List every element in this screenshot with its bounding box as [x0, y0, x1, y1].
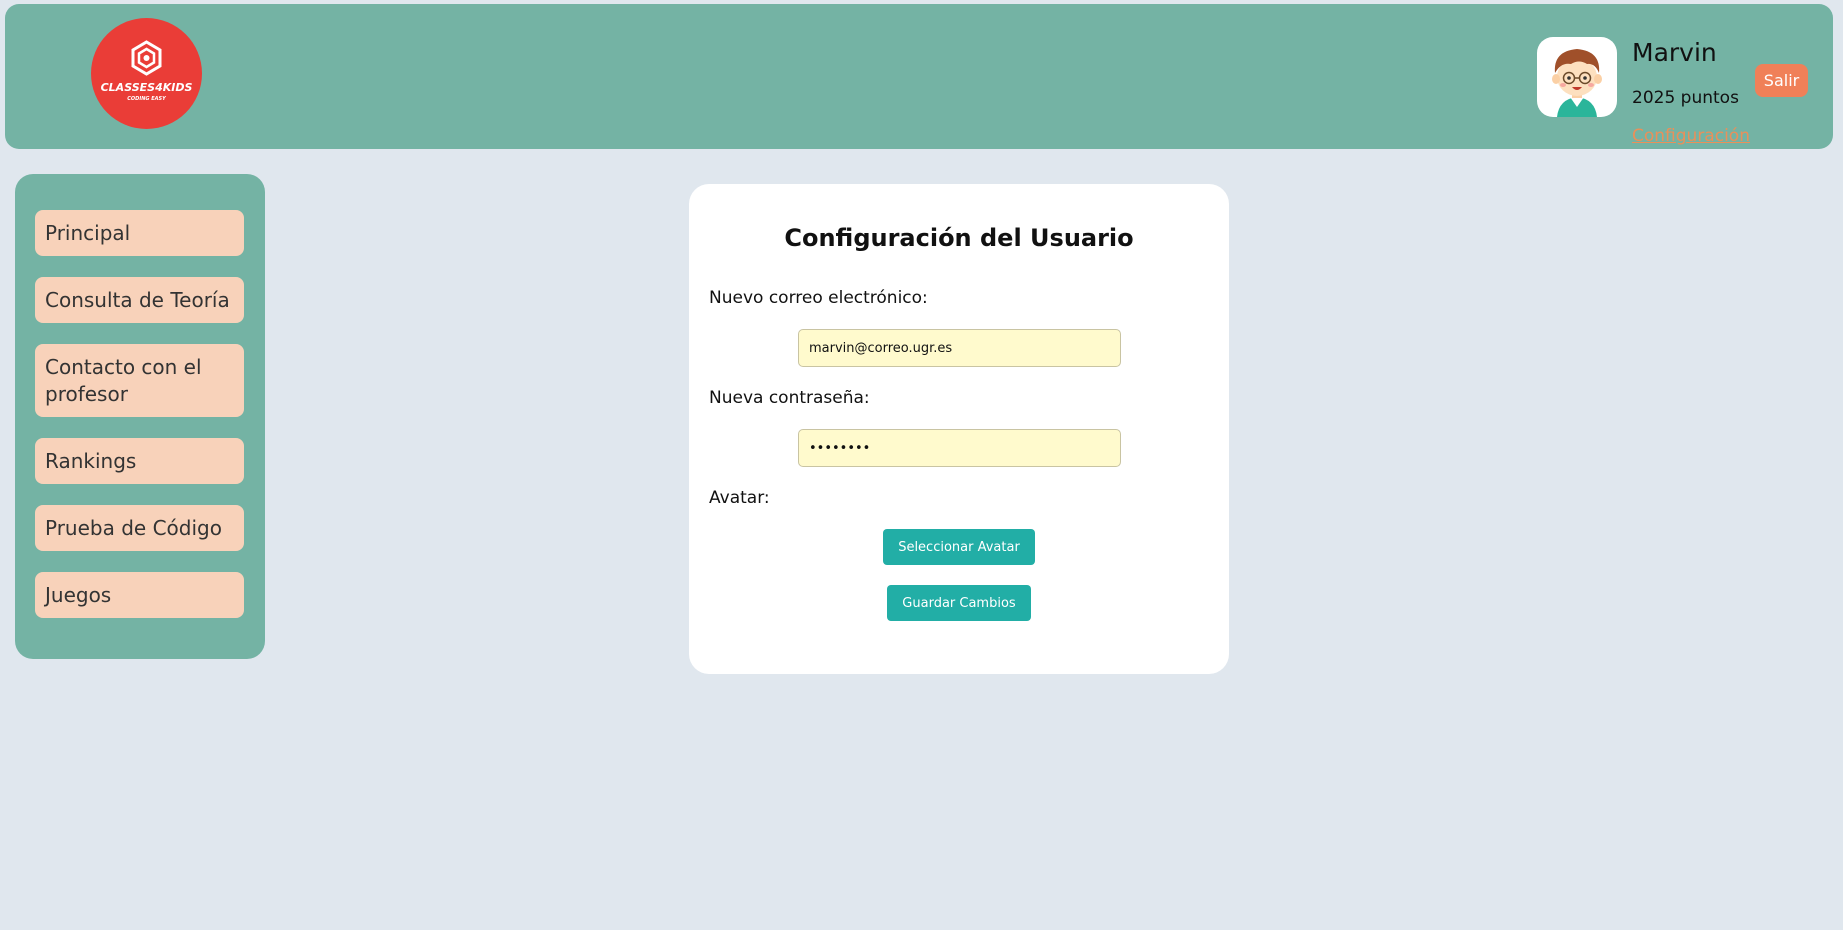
sidebar-item-theory[interactable]: Consulta de Teoría	[35, 277, 244, 323]
select-avatar-button[interactable]: Seleccionar Avatar	[883, 529, 1035, 565]
user-name: Marvin	[1632, 38, 1717, 67]
email-field[interactable]	[798, 329, 1121, 367]
user-points: 2025 puntos	[1632, 88, 1739, 108]
save-changes-button[interactable]: Guardar Cambios	[887, 585, 1031, 621]
logo-tagline: CODING EASY	[127, 96, 166, 102]
password-label: Nueva contraseña:	[709, 388, 870, 408]
sidebar-nav: Principal Consulta de Teoría Contacto co…	[15, 174, 265, 659]
logout-button[interactable]: Salir	[1755, 64, 1808, 97]
sidebar-item-code-test[interactable]: Prueba de Código	[35, 505, 244, 551]
boy-avatar-icon	[1552, 49, 1602, 117]
avatar-label: Avatar:	[709, 488, 770, 508]
page-title: Configuración del Usuario	[784, 224, 1134, 252]
password-field[interactable]	[798, 429, 1121, 467]
user-avatar	[1537, 37, 1617, 117]
sidebar-item-games[interactable]: Juegos	[35, 572, 244, 618]
configuration-link[interactable]: Configuración	[1632, 126, 1750, 146]
sidebar-item-rankings[interactable]: Rankings	[35, 438, 244, 484]
classes4kids-logo[interactable]: CLASSES4KIDS CODING EASY	[91, 18, 202, 129]
email-label: Nuevo correo electrónico:	[709, 288, 928, 308]
hexagon-logo-icon	[131, 40, 162, 76]
logo-name: CLASSES4KIDS	[100, 81, 193, 94]
top-header: CLASSES4KIDS CODING EASY Marvin 2025 pun…	[5, 4, 1833, 149]
sidebar-item-contact-teacher[interactable]: Contacto con el profesor	[35, 344, 244, 417]
sidebar-item-principal[interactable]: Principal	[35, 210, 244, 256]
user-settings-card: Configuración del Usuario Nuevo correo e…	[689, 184, 1229, 674]
